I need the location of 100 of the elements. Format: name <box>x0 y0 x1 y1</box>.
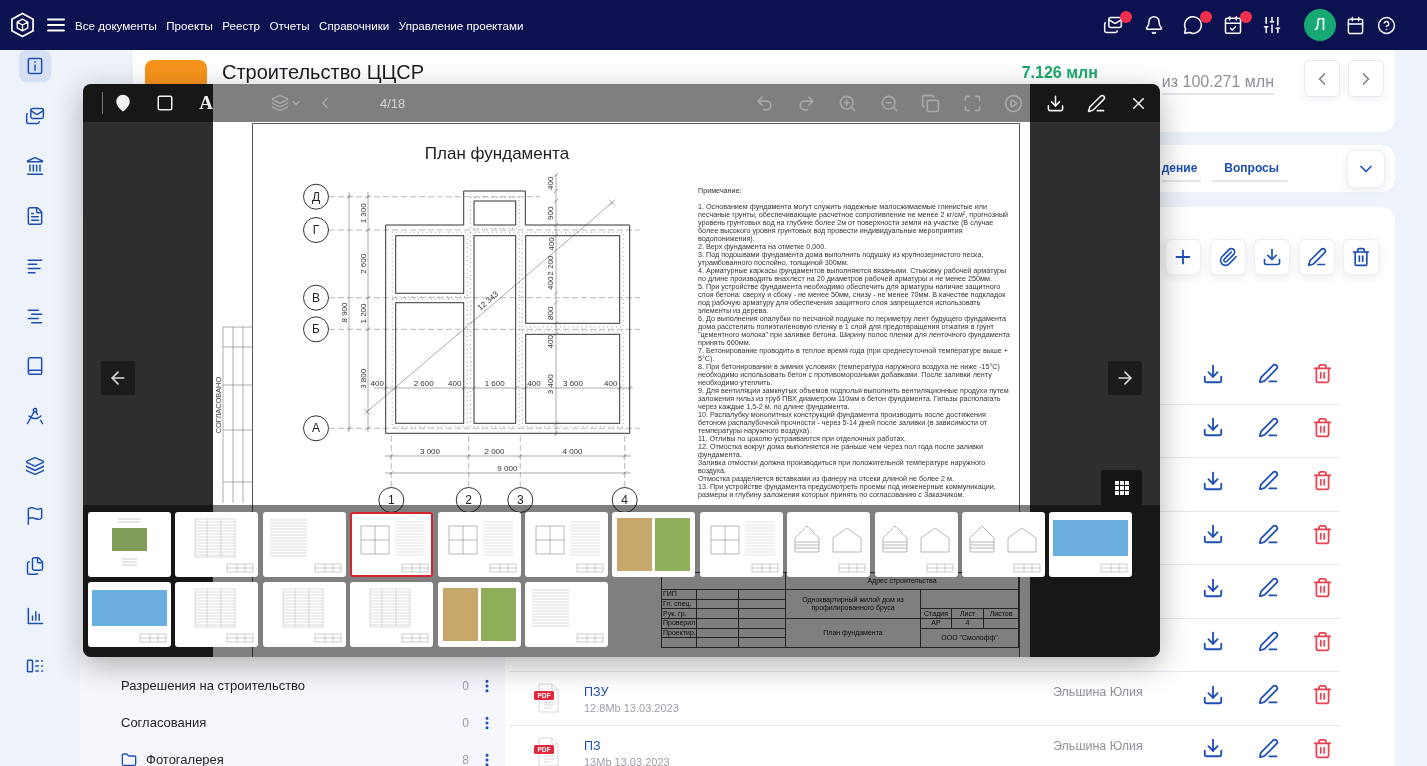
file-name-link[interactable]: ПЗ <box>584 737 601 754</box>
trash-icon[interactable] <box>1311 416 1333 438</box>
edit-icon[interactable] <box>1257 737 1279 759</box>
axis-label: В <box>312 290 320 305</box>
edit-icon[interactable] <box>1257 630 1279 652</box>
download-icon[interactable] <box>1202 416 1224 439</box>
drawing-title: План фундамента <box>424 143 570 163</box>
title-block-cell <box>697 599 739 610</box>
edit-button[interactable] <box>1298 239 1335 275</box>
documents-icon <box>25 556 45 576</box>
edit-icon[interactable] <box>1257 684 1279 706</box>
axis-bubble <box>303 284 329 311</box>
logo-icon[interactable] <box>9 11 36 39</box>
dimension-label: 400 <box>546 176 556 190</box>
axis-bubble <box>507 487 534 513</box>
calendar-icon[interactable] <box>1345 15 1365 35</box>
text-tool-button[interactable]: A <box>189 86 223 120</box>
download-icon[interactable] <box>1202 683 1224 706</box>
bell-icon[interactable] <box>1144 15 1164 35</box>
dimension-label: 400 <box>546 335 556 349</box>
trash-icon[interactable] <box>1311 577 1333 599</box>
folder-name[interactable]: Согласования <box>121 715 207 730</box>
thumbnails-toggle-button[interactable] <box>1101 470 1142 505</box>
axis-line <box>468 435 469 488</box>
attach-button[interactable] <box>1209 239 1246 275</box>
dimension-label: 3 600 <box>563 378 583 388</box>
nav-link[interactable]: Справочники <box>319 18 390 32</box>
drafting-compass-icon <box>25 406 45 426</box>
file-author: Эльшина Юлия <box>1053 684 1143 701</box>
flag-icon <box>25 506 45 526</box>
grid-icon <box>1114 480 1129 495</box>
edit-icon[interactable] <box>1257 470 1279 492</box>
folder-name[interactable]: Фотогалерея <box>146 752 224 766</box>
edit-icon[interactable] <box>1257 416 1279 438</box>
download-icon[interactable] <box>1202 362 1224 385</box>
dimension-label: 2 600 <box>359 253 368 274</box>
download-button[interactable] <box>1254 239 1290 275</box>
download-icon[interactable] <box>1202 523 1224 546</box>
trash-icon[interactable] <box>1311 684 1333 706</box>
title-block-cell <box>697 638 739 649</box>
nav-link[interactable]: Управление проектами <box>398 18 524 32</box>
nav-link[interactable]: Реестр <box>222 18 260 32</box>
sidebar-item[interactable] <box>19 50 51 82</box>
folder-count: 0 <box>462 678 469 693</box>
trash-icon <box>1351 247 1371 267</box>
list-icon <box>25 656 45 676</box>
map-pin-icon[interactable] <box>114 94 132 112</box>
axis-bubble <box>455 487 482 513</box>
dimension-label: 2 000 <box>484 446 505 456</box>
add-button[interactable] <box>1165 239 1201 275</box>
download-icon[interactable] <box>1202 576 1224 599</box>
title-block-cell <box>739 628 786 639</box>
axis-label: 1 <box>387 493 395 507</box>
download-icon[interactable] <box>1202 469 1224 492</box>
dimension-label: 4 000 <box>562 446 583 456</box>
bank-icon <box>25 156 45 176</box>
chat-bubble-icon[interactable] <box>1183 15 1203 35</box>
file-name-link[interactable]: ПЗУ <box>584 684 609 701</box>
trash-icon[interactable] <box>1311 737 1333 759</box>
menu-icon[interactable] <box>47 18 65 32</box>
axis-line <box>520 435 521 488</box>
previous-page-button[interactable] <box>101 361 135 395</box>
title-block-cell <box>697 628 739 639</box>
trash-icon[interactable] <box>1311 630 1333 652</box>
calendar-check-icon[interactable] <box>1223 15 1243 35</box>
download-icon[interactable] <box>1202 737 1224 760</box>
trash-icon[interactable] <box>1311 363 1333 385</box>
folder-name[interactable]: Разрешения на строительство <box>121 678 306 693</box>
download-icon <box>1262 247 1282 267</box>
trash-icon[interactable] <box>1311 470 1333 492</box>
dimension-label: 400 <box>448 378 462 388</box>
axis-bubble <box>611 487 638 513</box>
next-page-button[interactable] <box>1108 361 1142 395</box>
trash-icon[interactable] <box>1311 523 1333 545</box>
edit-icon[interactable] <box>1257 577 1279 599</box>
edit-icon[interactable] <box>1257 363 1279 385</box>
nav-link[interactable]: Отчеты <box>269 18 310 32</box>
download-icon[interactable] <box>1045 93 1065 113</box>
folder-icon <box>121 751 137 766</box>
axis-bubble <box>303 316 329 343</box>
photo-placeholder <box>617 518 653 571</box>
axis-label: Б <box>312 322 320 337</box>
photo-placeholder <box>480 588 516 641</box>
edit-icon[interactable] <box>1257 523 1279 545</box>
mail-stack-icon[interactable] <box>1103 15 1123 35</box>
layers-icon <box>25 456 45 476</box>
page-counter: 4/18 <box>380 95 406 111</box>
file-meta: 13Mb 13.03.2023 <box>584 754 670 766</box>
download-icon[interactable] <box>1202 630 1224 653</box>
info-icon <box>25 56 45 76</box>
square-icon[interactable] <box>155 94 174 112</box>
title-block-cell <box>739 609 786 620</box>
tab[interactable]: Вопросы <box>1212 155 1288 182</box>
nav-link[interactable]: Проекты <box>166 18 213 32</box>
nav-link[interactable]: Все документы <box>75 18 157 32</box>
help-icon[interactable] <box>1376 15 1396 35</box>
sliders-icon[interactable] <box>1262 15 1282 35</box>
delete-button[interactable] <box>1343 239 1379 275</box>
dimension-label: 400 <box>370 378 384 388</box>
dimension-label: 9 000 <box>497 463 518 473</box>
